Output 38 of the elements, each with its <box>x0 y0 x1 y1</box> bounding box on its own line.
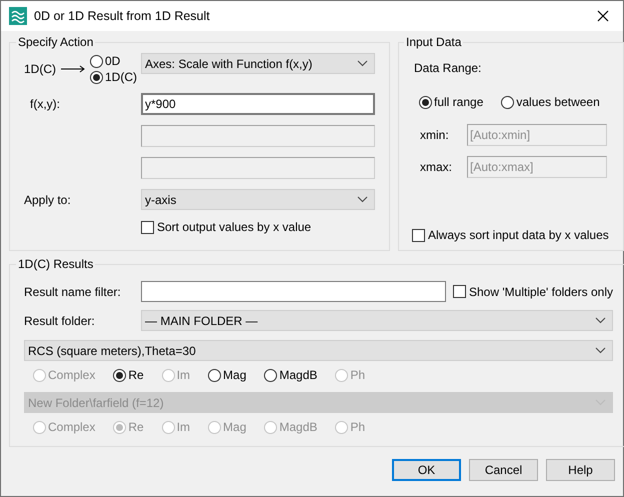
chevron-down-icon <box>594 317 606 324</box>
radio-button[interactable]: Re <box>113 367 144 383</box>
input-field[interactable]: y*900 <box>141 93 375 115</box>
group-title: Specify Action <box>17 35 94 49</box>
folder-label: Result folder: <box>24 314 96 328</box>
arrow-icon <box>61 65 87 73</box>
radio-button[interactable]: MagdB <box>264 367 318 383</box>
dropdown[interactable]: — MAIN FOLDER — <box>141 310 613 331</box>
waves-icon <box>9 7 27 25</box>
checkbox[interactable]: Always sort input data by x values <box>412 228 609 242</box>
dropdown[interactable]: RCS (square meters),Theta=30 <box>24 340 613 361</box>
input-field[interactable] <box>141 281 446 302</box>
group-title: 1D(C) Results <box>17 257 94 271</box>
checkbox[interactable]: Sort output values by x value <box>141 220 312 234</box>
limit-label: xmax: <box>419 160 454 174</box>
window-title: 0D or 1D Result from 1D Result <box>34 9 211 23</box>
close-icon[interactable] <box>597 10 609 22</box>
chevron-down-icon <box>594 347 606 354</box>
apply-to-label: Apply to: <box>24 192 72 206</box>
chevron-down-icon <box>357 196 368 203</box>
source-label: 1D(C) <box>24 62 56 76</box>
dialog-button[interactable]: Help <box>546 459 615 481</box>
chevron-down-icon <box>357 60 368 67</box>
radio-button[interactable]: values between <box>501 94 600 110</box>
dialog-button[interactable]: OK <box>392 459 461 481</box>
dialog-button[interactable]: Cancel <box>469 459 538 481</box>
radio-button[interactable]: 0D <box>90 53 137 69</box>
group-title: Input Data <box>405 35 462 49</box>
radio-button[interactable]: 1D(C) <box>90 69 137 85</box>
radio-button[interactable]: Mag <box>208 367 246 383</box>
dropdown[interactable]: Axes: Scale with Function f(x,y) <box>141 53 375 74</box>
filter-label: Result name filter: <box>24 284 122 298</box>
data-range-label: Data Range: <box>414 61 482 75</box>
dropdown[interactable]: y-axis <box>141 189 375 210</box>
limit-label: xmin: <box>419 128 450 142</box>
checkbox[interactable]: Show 'Multiple' folders only <box>453 284 613 298</box>
function-label: f(x,y): <box>29 97 61 111</box>
radio-button[interactable]: full range <box>419 94 484 110</box>
